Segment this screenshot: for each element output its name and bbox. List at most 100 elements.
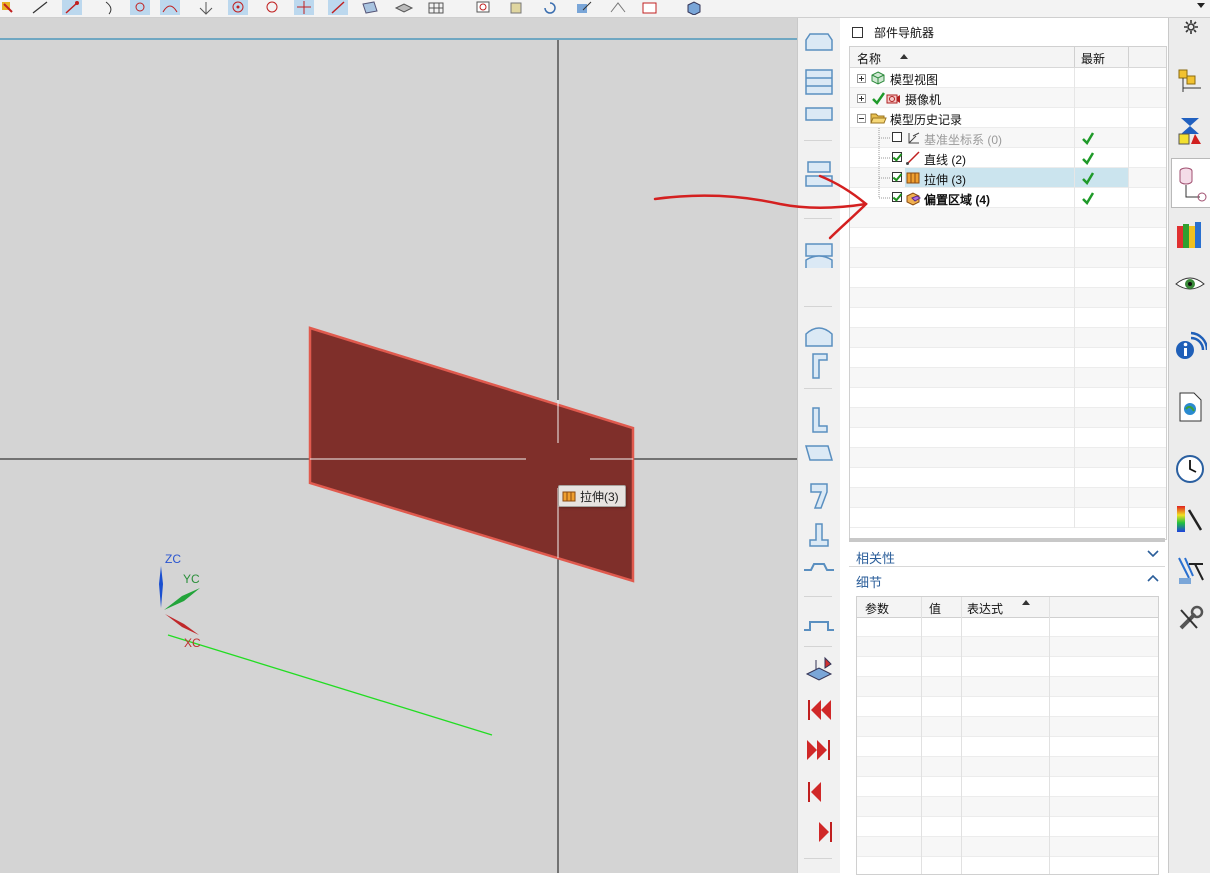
triad-x-axis — [165, 614, 199, 635]
curve-tool-icon[interactable] — [160, 0, 180, 15]
perpendicular-icon[interactable] — [196, 0, 216, 15]
strip-tool-3-icon[interactable] — [801, 100, 837, 132]
column-value-header[interactable]: 值 — [929, 600, 941, 617]
part-navigator-tab-icon[interactable] — [1171, 158, 1210, 208]
model-scene[interactable] — [0, 18, 797, 873]
tree-row-datum-csys[interactable]: 基准坐标系 (0) — [850, 128, 1166, 148]
strip-tool-9-icon[interactable] — [801, 438, 837, 470]
palette-icon[interactable] — [1173, 502, 1207, 536]
strip-tool-8-icon[interactable] — [801, 404, 837, 436]
tree-row-empty — [850, 268, 1166, 288]
strip-separator — [804, 306, 832, 307]
cube-view-icon[interactable] — [684, 0, 704, 15]
column-latest-header[interactable]: 最新 — [1081, 50, 1105, 67]
column-expression-header[interactable]: 表达式 — [967, 600, 1003, 617]
tree-row-model-history[interactable]: 模型历史记录 — [850, 108, 1166, 128]
expand-icon[interactable] — [857, 74, 866, 83]
extrude-icon — [562, 491, 576, 502]
strip-tool-12-icon[interactable] — [801, 554, 837, 586]
details-table[interactable]: 参数 值 表达式 — [856, 596, 1159, 875]
visibility-checkbox[interactable] — [892, 172, 902, 182]
previous-feature-icon[interactable] — [801, 776, 837, 808]
visualization-eye-icon[interactable] — [1173, 268, 1207, 302]
tree-row-empty — [850, 388, 1166, 408]
tree-row-extrude[interactable]: 拉伸 (3) — [850, 168, 1166, 188]
strip-tool-2-icon[interactable] — [801, 66, 837, 98]
triad-z-axis — [159, 566, 163, 608]
part-navigator-panel: 部件导航器 名称 最新 模型视图 摄像机 模型历史记录 基准坐标系 (0) 直线… — [840, 18, 1168, 875]
selection-filter-icon[interactable] — [0, 0, 20, 15]
rotate-icon[interactable] — [540, 0, 560, 15]
pin-icon[interactable] — [852, 27, 863, 38]
extrude-sheet-body[interactable] — [308, 326, 635, 583]
strip-tool-13-icon[interactable] — [801, 608, 837, 640]
line-icon — [906, 151, 920, 165]
next-feature-icon[interactable] — [801, 816, 837, 848]
panel-splitter[interactable] — [849, 538, 1165, 542]
strip-tool-6-icon[interactable] — [801, 320, 837, 352]
grid-icon[interactable] — [426, 0, 446, 15]
assembly-navigator-icon[interactable] — [1173, 64, 1207, 98]
extrude-icon — [906, 172, 920, 184]
tree-row-cameras[interactable]: 摄像机 — [850, 88, 1166, 108]
tree-row-model-views[interactable]: 模型视图 — [850, 68, 1166, 88]
replay-feature-icon[interactable] — [801, 654, 837, 686]
constraint-navigator-icon[interactable] — [1173, 114, 1207, 148]
chevron-up-icon[interactable] — [1147, 573, 1159, 583]
zoom-window-icon[interactable] — [474, 0, 494, 15]
strip-tool-10-icon[interactable] — [801, 480, 837, 512]
arc-tool-icon[interactable] — [100, 0, 120, 15]
strip-tool-11-icon[interactable] — [801, 520, 837, 552]
tree-rows: 模型视图 摄像机 模型历史记录 基准坐标系 (0) 直线 (2) 拉伸 (3) … — [850, 68, 1166, 528]
layer-icon[interactable] — [394, 0, 414, 15]
sort-ascending-icon[interactable] — [900, 54, 908, 59]
details-section-header[interactable]: 细节 — [849, 568, 1165, 590]
chevron-down-icon[interactable] — [1147, 549, 1159, 559]
column-name-header[interactable]: 名称 — [857, 50, 881, 67]
center-snap-icon[interactable] — [228, 0, 248, 15]
camera-icon — [886, 94, 900, 104]
toolbar-overflow-icon[interactable] — [1197, 3, 1205, 8]
up-to-date-check-icon — [1082, 132, 1095, 145]
visibility-checkbox[interactable] — [892, 192, 902, 202]
information-icon[interactable] — [1173, 330, 1209, 364]
strip-tool-7-icon[interactable] — [801, 350, 837, 382]
edit-object-icon[interactable] — [574, 0, 594, 15]
first-feature-icon[interactable] — [801, 694, 837, 726]
line-tool-icon[interactable] — [30, 0, 50, 15]
sketch-icon[interactable] — [608, 0, 628, 15]
green-line-curve[interactable] — [167, 634, 493, 736]
gear-icon[interactable] — [1184, 20, 1198, 34]
collapse-icon[interactable] — [857, 114, 866, 123]
reuse-library-icon[interactable] — [1173, 218, 1207, 252]
visibility-checkbox[interactable] — [892, 132, 902, 142]
measure-icon[interactable] — [640, 0, 660, 15]
quadrant-snap-icon[interactable] — [262, 0, 282, 15]
feature-hover-tooltip: 拉伸(3) — [558, 485, 626, 507]
web-document-icon[interactable] — [1173, 390, 1207, 424]
graphics-viewport[interactable]: ZC YC XC 拉伸(3) — [0, 18, 797, 873]
history-clock-icon[interactable] — [1173, 452, 1207, 486]
arrow-tool-icon[interactable] — [62, 0, 82, 15]
tree-row-offset-region[interactable]: 偏置区域 (4) — [850, 188, 1166, 208]
tree-row-empty — [850, 308, 1166, 328]
expand-icon[interactable] — [857, 94, 866, 103]
intersection-snap-icon[interactable] — [294, 0, 314, 15]
visibility-checkbox[interactable] — [892, 152, 902, 162]
strip-separator — [804, 388, 832, 389]
part-navigator-tree[interactable]: 名称 最新 模型视图 摄像机 模型历史记录 基准坐标系 (0) 直线 (2) 拉… — [849, 46, 1167, 540]
face-snap-icon[interactable] — [360, 0, 380, 15]
sort-ascending-icon[interactable] — [1022, 600, 1030, 605]
column-param-header[interactable]: 参数 — [865, 600, 889, 617]
last-feature-icon[interactable] — [801, 734, 837, 766]
point-on-curve-icon[interactable] — [328, 0, 348, 15]
snap-point-icon[interactable] — [130, 0, 150, 15]
resource-bar — [1168, 18, 1210, 873]
strip-tool-1-icon[interactable] — [801, 26, 837, 58]
dependencies-section-header[interactable]: 相关性 — [849, 544, 1165, 567]
process-tool-icon[interactable] — [1173, 554, 1207, 588]
copy-view-icon[interactable] — [508, 0, 528, 15]
tree-row-line[interactable]: 直线 (2) — [850, 148, 1166, 168]
strip-separator — [804, 646, 832, 647]
roles-tools-icon[interactable] — [1173, 602, 1207, 636]
